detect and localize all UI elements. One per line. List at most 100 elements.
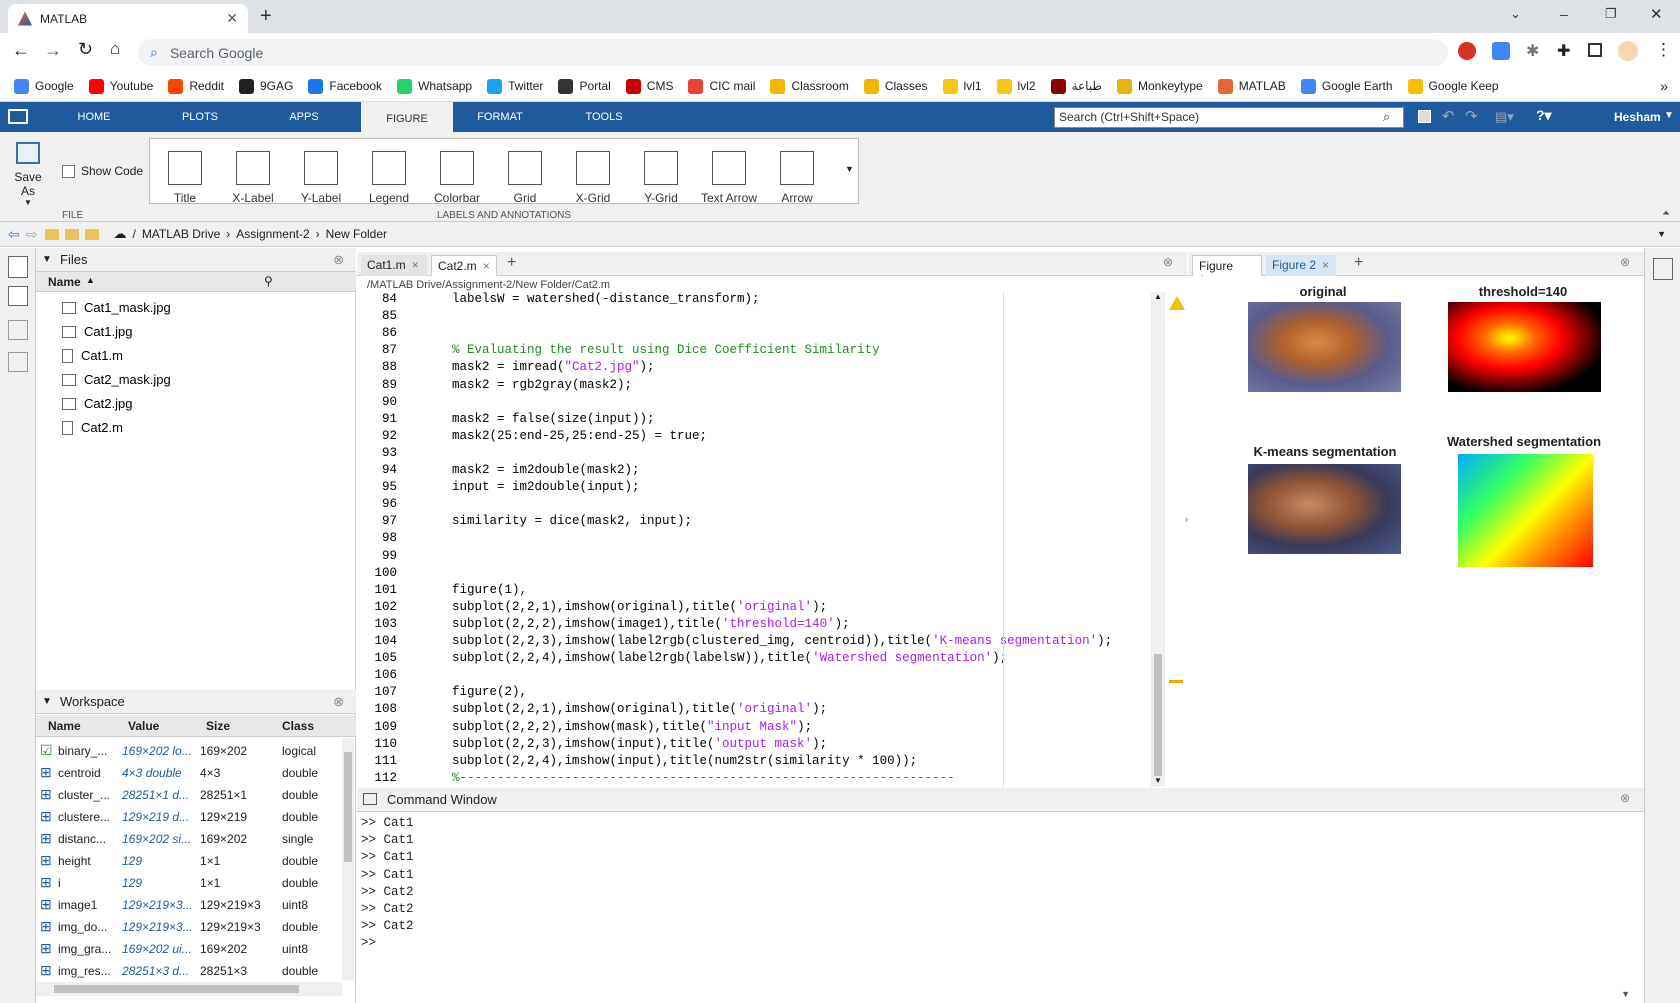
- code-line[interactable]: input = im2double(input);: [452, 480, 640, 494]
- ws-col-name[interactable]: Name: [48, 719, 81, 733]
- bookmark-item[interactable]: Google Earth: [1300, 78, 1393, 94]
- workspace-row[interactable]: ⊞ img_gra... 169×202 ui... 169×202 uint8: [36, 938, 336, 960]
- layout-icon[interactable]: [8, 320, 28, 340]
- home-icon[interactable]: ⌂: [110, 39, 120, 59]
- tab-search-icon[interactable]: ⌄: [1510, 6, 1521, 22]
- code-line[interactable]: subplot(2,2,1),imshow(original),title('o…: [452, 702, 827, 716]
- close-tab-icon[interactable]: ×: [483, 259, 490, 273]
- breadcrumb-item[interactable]: MATLAB Drive: [142, 227, 220, 241]
- path-dropdown-icon[interactable]: ▼: [1657, 229, 1666, 239]
- workspace-row[interactable]: ⊞ img_res... 28251×3 d... 28251×3 double: [36, 960, 336, 982]
- user-name[interactable]: Hesham: [1614, 110, 1661, 124]
- ribbon-tab-apps[interactable]: APPS: [272, 102, 336, 132]
- browser-tab[interactable]: MATLAB ✕: [8, 4, 248, 33]
- file-item[interactable]: Cat2_mask.jpg: [62, 372, 171, 387]
- command-scroll-down-icon[interactable]: ▼: [1621, 989, 1630, 999]
- matlab-search-input[interactable]: Search (Ctrl+Shift+Space): [1054, 107, 1404, 128]
- code-line[interactable]: figure(2),: [452, 685, 527, 699]
- command-input-area[interactable]: >> Cat1 >> Cat1 >> Cat1 >> Cat1 >> Cat2 >> Ca…: [357, 812, 1644, 1003]
- browse-folder2-icon[interactable]: [85, 228, 100, 240]
- collapse-workspace-icon[interactable]: ▼: [42, 690, 52, 714]
- sidepanel-icon[interactable]: [1588, 43, 1602, 57]
- code-line[interactable]: labelsW = watershed(-distance_transform)…: [452, 292, 760, 306]
- ribbon-button-x-grid[interactable]: X-Grid: [562, 151, 624, 205]
- address-bar[interactable]: ⌕ Search Google: [138, 39, 1448, 66]
- workspace-row[interactable]: ⊞ img_do... 129×219×3... 129×219×3 double: [36, 916, 336, 938]
- ribbon-tab-tools[interactable]: TOOLS: [572, 102, 636, 132]
- ws-col-value[interactable]: Value: [128, 719, 159, 733]
- ws-col-size[interactable]: Size: [206, 719, 230, 733]
- workspace-close-icon[interactable]: ⊗: [333, 690, 344, 714]
- ribbon-button-legend[interactable]: Legend: [358, 151, 420, 205]
- browse-folder-icon[interactable]: [65, 228, 80, 240]
- maximize-icon[interactable]: ❐: [1605, 6, 1617, 22]
- file-item[interactable]: Cat2.jpg: [62, 396, 132, 411]
- warning-icon[interactable]: [1169, 296, 1185, 310]
- save-as-button[interactable]: Save As ▼: [6, 142, 50, 207]
- workspace-row[interactable]: ⊞ height 129 1×1 double: [36, 850, 336, 872]
- workspace-row[interactable]: ⊞ clustere... 129×219 d... 129×219 double: [36, 806, 336, 828]
- file-item[interactable]: Cat2.m: [62, 420, 123, 435]
- code-line[interactable]: mask2 = imread("Cat2.jpg");: [452, 360, 655, 374]
- forward-folder-icon[interactable]: ⇨: [26, 226, 38, 243]
- panel-splitter-arrow[interactable]: ›: [1185, 514, 1188, 524]
- ribbon-tab-home[interactable]: HOME: [62, 102, 126, 132]
- forward-icon[interactable]: →: [44, 40, 62, 61]
- ribbon-button-y-label[interactable]: Y-Label: [290, 151, 352, 205]
- menu-icon[interactable]: ⋮: [1655, 40, 1672, 60]
- extension-translate-icon[interactable]: [1492, 42, 1510, 60]
- code-line[interactable]: subplot(2,2,3),imshow(label2rgb(clustere…: [452, 634, 1112, 648]
- breadcrumb-item[interactable]: Assignment-2: [236, 227, 309, 241]
- ws-col-class[interactable]: Class: [282, 719, 314, 733]
- ribbon-more-icon[interactable]: ▼: [845, 164, 854, 174]
- files-column-header[interactable]: Name ▲ ⚲: [36, 272, 356, 292]
- collapse-files-icon[interactable]: ▼: [42, 248, 52, 272]
- profile-avatar[interactable]: [1618, 41, 1638, 61]
- bookmark-item[interactable]: CMS: [625, 78, 673, 94]
- workspace-row[interactable]: ⊞ distanc... 169×202 si... 169×202 single: [36, 828, 336, 850]
- code-area[interactable]: 84 labelsW = watershed(-distance_transfor…: [357, 292, 1151, 787]
- code-line[interactable]: figure(1),: [452, 583, 527, 597]
- show-code-checkbox[interactable]: Show Code: [62, 164, 143, 178]
- files-panel-icon[interactable]: [8, 256, 28, 278]
- workspace-row[interactable]: ⊞ i 129 1×1 double: [36, 872, 336, 894]
- editor-tab[interactable]: Cat2.m ×: [431, 255, 497, 276]
- workspace-vscrollbar[interactable]: [342, 738, 354, 980]
- ribbon-tab-format[interactable]: FORMAT: [468, 102, 532, 132]
- bookmark-item[interactable]: Twitter: [487, 78, 543, 94]
- more-bookmarks-icon[interactable]: »: [1660, 78, 1668, 94]
- figure-close-icon[interactable]: ⊗: [1620, 255, 1630, 269]
- ribbon-button-x-label[interactable]: X-Label: [222, 151, 284, 205]
- bookmark-item[interactable]: طباعة: [1050, 78, 1102, 94]
- code-line[interactable]: %---------------------------------------…: [452, 771, 955, 785]
- ribbon-tab-figure[interactable]: FIGURE: [361, 102, 453, 132]
- back-icon[interactable]: ←: [12, 40, 30, 61]
- close-tab-icon[interactable]: ✕: [226, 10, 238, 27]
- extension-gear-icon[interactable]: ✱: [1526, 41, 1539, 61]
- ribbon-tab-plots[interactable]: PLOTS: [168, 102, 232, 132]
- bookmark-item[interactable]: Classes: [863, 78, 928, 94]
- undo-icon[interactable]: ↶: [1442, 107, 1455, 125]
- column-chooser-icon[interactable]: ⚲: [264, 274, 273, 288]
- ribbon-button-title[interactable]: Title: [154, 151, 216, 205]
- history-icon[interactable]: [8, 352, 28, 372]
- editor-tab[interactable]: Cat1.m ×: [361, 255, 427, 276]
- code-line[interactable]: mask2 = false(size(input));: [452, 412, 655, 426]
- code-line[interactable]: mask2(25:end-25,25:end-25) = true;: [452, 429, 707, 443]
- user-dropdown-icon[interactable]: ▼: [1664, 110, 1674, 121]
- ribbon-button-arrow[interactable]: Arrow: [766, 151, 828, 205]
- code-line[interactable]: similarity = dice(mask2, input);: [452, 514, 692, 528]
- redo-icon[interactable]: ↷: [1465, 107, 1478, 125]
- property-inspector-icon[interactable]: [1653, 258, 1673, 280]
- new-figure-tab-icon[interactable]: +: [1354, 254, 1363, 272]
- new-tab-icon[interactable]: +: [260, 5, 272, 28]
- code-line[interactable]: subplot(2,2,2),imshow(image1),title('thr…: [452, 617, 850, 631]
- close-tab-icon[interactable]: ×: [412, 258, 419, 272]
- close-tab-icon[interactable]: ×: [1322, 258, 1329, 272]
- workspace-hscrollbar[interactable]: [36, 982, 342, 996]
- workspace-row[interactable]: ☑ binary_... 169×202 lo... 169×202 logical: [36, 740, 336, 762]
- file-item[interactable]: Cat1.m: [62, 348, 123, 363]
- figure-tab[interactable]: Figure 1×: [1192, 255, 1262, 287]
- ribbon-button-y-grid[interactable]: Y-Grid: [630, 151, 692, 205]
- breadcrumb-item[interactable]: /: [132, 227, 135, 241]
